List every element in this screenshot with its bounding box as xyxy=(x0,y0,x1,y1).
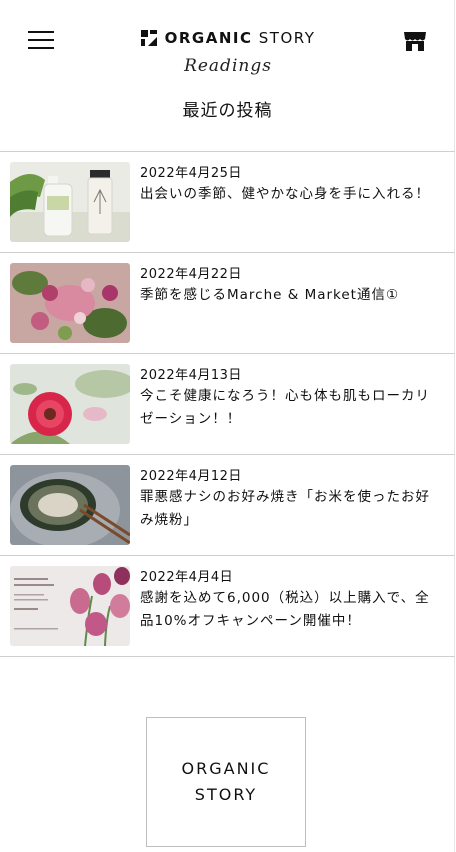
post-date: 2022年4月12日 xyxy=(140,469,242,484)
menu-bar xyxy=(28,47,54,49)
post-item[interactable]: 2022年4月4日 感謝を込めて6,000（税込）以上購入で、全品10%オフキャ… xyxy=(0,556,455,657)
section-title: 最近の投稿 xyxy=(182,101,273,121)
page: ORGANIC STORY Readings 最近の投稿 2022年4月25日 … xyxy=(0,0,455,852)
post-thumbnail-product-bottles[interactable] xyxy=(10,162,130,242)
footer-logo[interactable]: ORGANIC STORY xyxy=(146,717,306,847)
flower-bouquet-image xyxy=(10,263,130,343)
brand-subtitle: Readings xyxy=(184,56,272,76)
menu-bar xyxy=(28,31,54,33)
post-date: 2022年4月25日 xyxy=(140,166,242,181)
red-gerbera-image xyxy=(10,364,130,444)
post-thumbnail-flower-bouquet[interactable] xyxy=(10,263,130,343)
post-title[interactable]: 罪悪感ナシのお好み焼き「お米を使ったお好み焼粉」 xyxy=(140,486,436,532)
post-date: 2022年4月4日 xyxy=(140,570,234,585)
menu-bar xyxy=(28,39,54,41)
post-date: 2022年4月22日 xyxy=(140,267,242,282)
okonomiyaki-image xyxy=(10,465,130,545)
product-bottles-image xyxy=(10,162,130,242)
shop-icon[interactable] xyxy=(403,30,427,52)
post-item[interactable]: 2022年4月12日 罪悪感ナシのお好み焼き「お米を使ったお好み焼粉」 xyxy=(0,455,455,556)
footer-logo-line1: ORGANIC xyxy=(181,759,271,778)
post-thumbnail-tulip-campaign[interactable] xyxy=(10,566,130,646)
brand-logo[interactable]: ORGANIC STORY Readings xyxy=(138,26,318,80)
post-item[interactable]: 2022年4月13日 今こそ健康になろう！心も体も肌もローカリゼーション！！ xyxy=(0,354,455,455)
tulip-campaign-image xyxy=(10,566,130,646)
brand-mark-icon xyxy=(140,30,157,46)
post-item[interactable]: 2022年4月25日 出会いの季節、健やかな心身を手に入れる！ xyxy=(0,152,455,253)
brand-name-light: STORY xyxy=(258,29,316,47)
post-title[interactable]: 今こそ健康になろう！心も体も肌もローカリゼーション！！ xyxy=(140,385,436,431)
post-date: 2022年4月13日 xyxy=(140,368,242,383)
site-header: ORGANIC STORY Readings 最近の投稿 xyxy=(0,0,455,152)
brand-name: ORGANIC STORY xyxy=(165,29,316,47)
post-title[interactable]: 出会いの季節、健やかな心身を手に入れる！ xyxy=(140,183,436,206)
post-thumbnail-red-gerbera[interactable] xyxy=(10,364,130,444)
brand-row: ORGANIC STORY xyxy=(138,26,318,50)
brand-name-bold: ORGANIC xyxy=(164,29,253,47)
footer-logo-line2: STORY xyxy=(194,785,258,804)
post-title[interactable]: 季節を感じるMarche & Market通信① xyxy=(140,284,436,307)
post-item[interactable]: 2022年4月22日 季節を感じるMarche & Market通信① xyxy=(0,253,455,354)
recent-posts-list: 2022年4月25日 出会いの季節、健やかな心身を手に入れる！ 2022年4月2… xyxy=(0,151,455,657)
hamburger-menu-icon[interactable] xyxy=(28,30,54,50)
post-title[interactable]: 感謝を込めて6,000（税込）以上購入で、全品10%オフキャンペーン開催中！ xyxy=(140,587,436,633)
post-thumbnail-okonomiyaki[interactable] xyxy=(10,465,130,545)
